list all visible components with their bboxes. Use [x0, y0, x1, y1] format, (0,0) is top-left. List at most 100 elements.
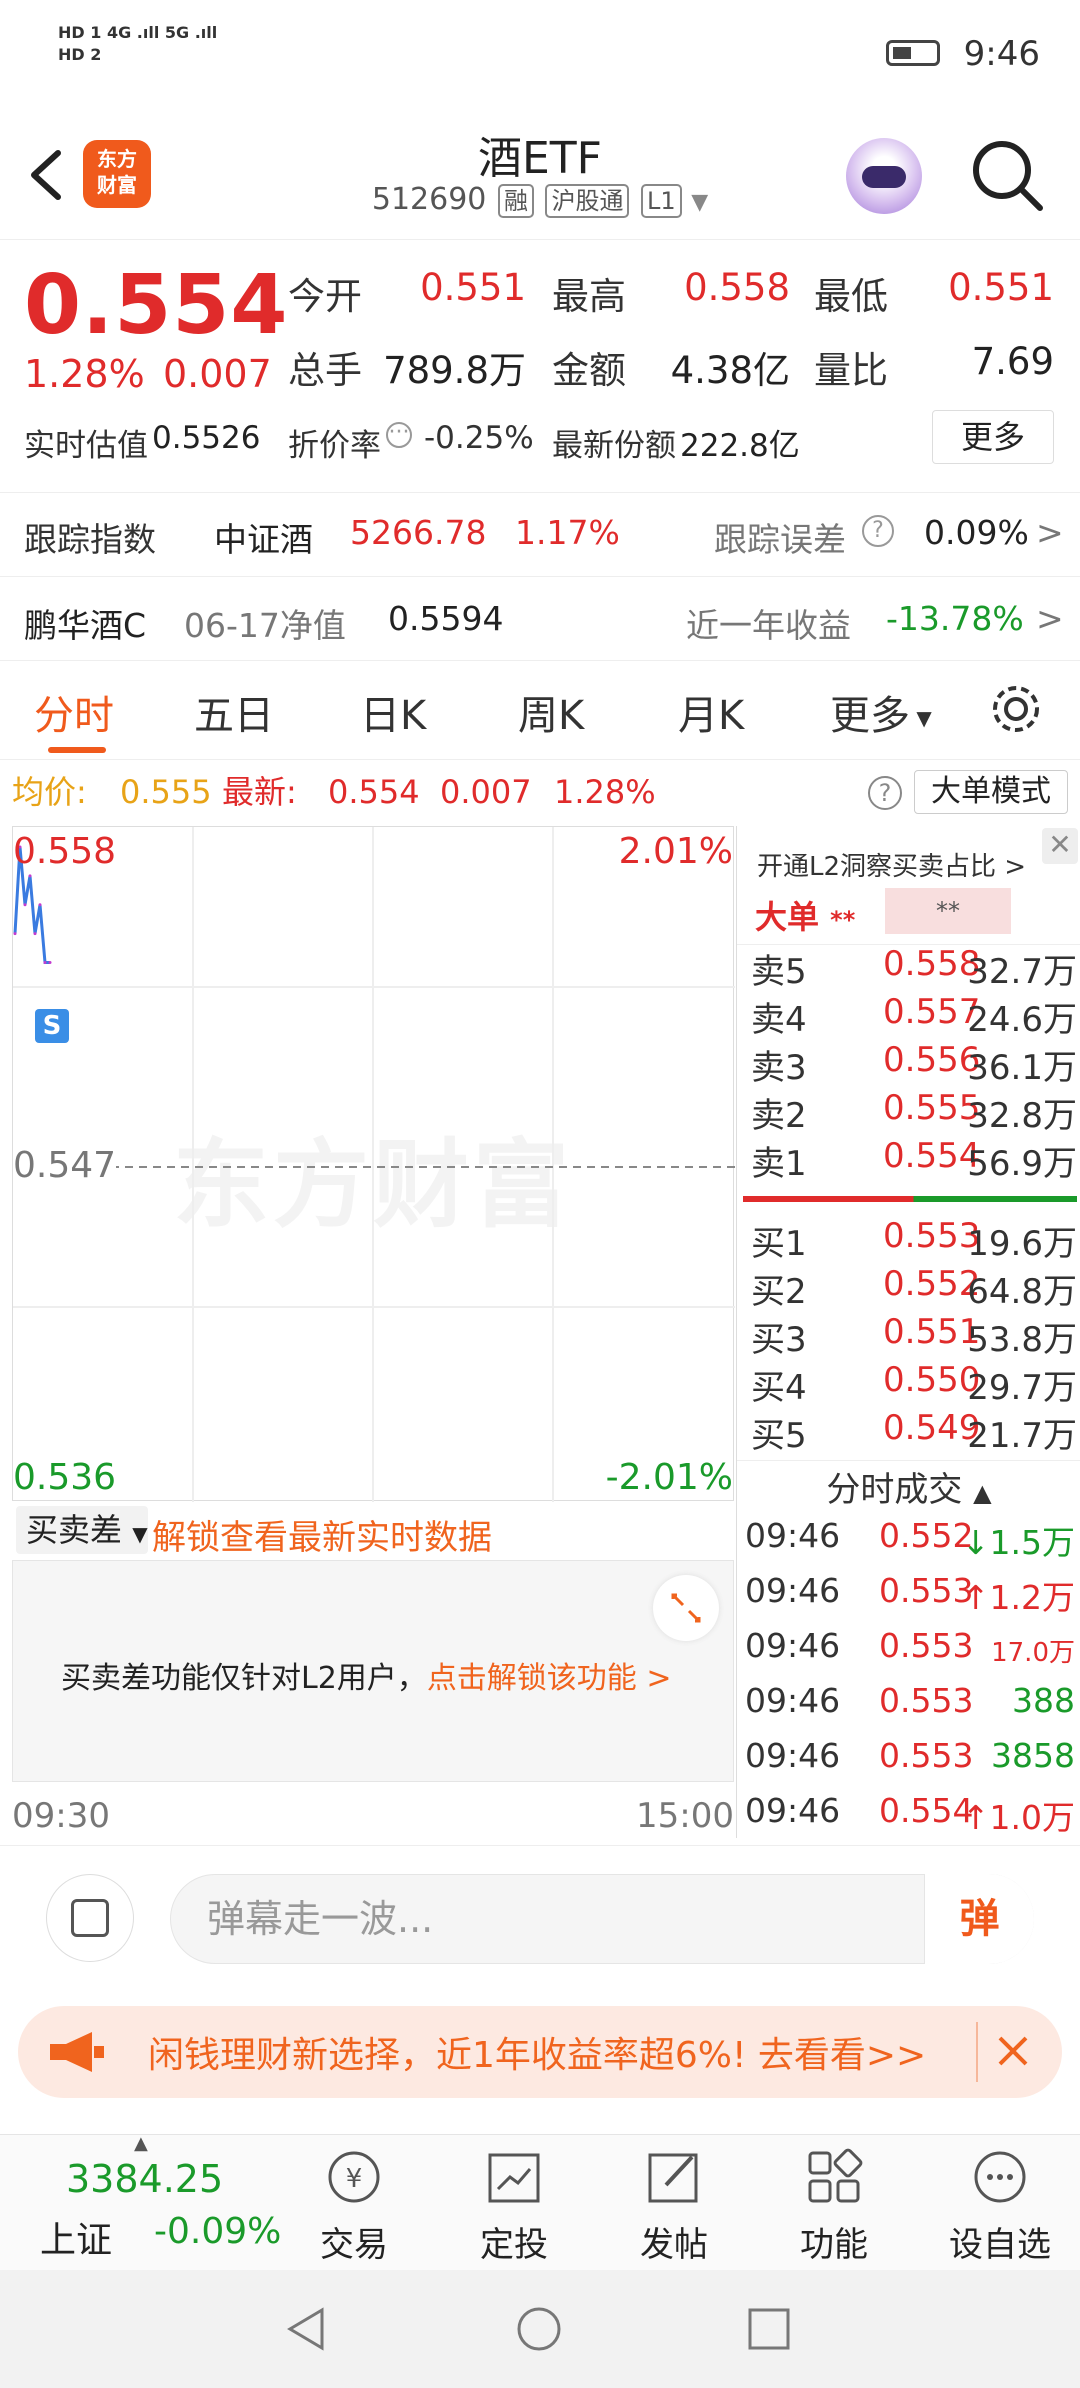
discount-label: 折价率 [288, 428, 381, 464]
status-bar: HD 1 4G .ıll 5G .ıll HD 2 9:46 [0, 0, 1080, 110]
price-point [38, 903, 42, 907]
trades-title[interactable]: 分时成交 ▲ [737, 1462, 1080, 1511]
spread-section: 买卖差 ▼ 解锁查看最新实时数据 买卖差功能仅针对L2用户，点击解锁该功能 > [12, 1502, 734, 1782]
order-book-bid-row[interactable]: 买4 0.550 29.7万 [745, 1360, 1077, 1408]
trade-time: 09:46 [745, 1626, 841, 1665]
intraday-chart[interactable]: 东方财富 0.558 2.01% 0.547 0.536 -2.01% S [12, 826, 735, 1502]
quote-panel: 0.554 1.28% 0.007 今开 0.551 最高 0.558 最低 0… [0, 240, 1080, 490]
tab-more[interactable]: 更多 ▼ [830, 683, 932, 741]
settings-gear-icon[interactable] [988, 681, 1044, 737]
spread-dropdown[interactable]: 买卖差 ▼ [16, 1506, 148, 1554]
ask-price: 0.554 [883, 1136, 981, 1176]
l2-promo-link[interactable]: 开通L2洞察买卖占比 > [757, 846, 1026, 883]
promo-banner[interactable]: 闲钱理财新选择，近1年收益率超6%! 去看看>> [18, 2006, 1062, 2098]
expand-icon[interactable] [653, 1575, 719, 1641]
trade-row[interactable]: 09:46 0.552 ↓1.5万 [741, 1516, 1077, 1571]
nav-post[interactable]: 发帖 [614, 2145, 734, 2266]
tag-connect: 沪股通 [545, 184, 630, 218]
promo-text: 闲钱理财新选择，近1年收益率超6%! 去看看>> [148, 2035, 927, 2076]
trade-volume: 388 [1012, 1681, 1075, 1720]
more-dots-icon [974, 2151, 1026, 2203]
fund-name: 鹏华酒C [24, 606, 147, 645]
svg-text:¥: ¥ [346, 2164, 363, 2194]
danmu-toggle-button[interactable]: 弹 [924, 1874, 1034, 1964]
order-book-ask-row[interactable]: 卖1 0.554 56.9万 [745, 1136, 1077, 1184]
ask-label: 卖2 [751, 1096, 807, 1136]
order-book-ask-row[interactable]: 卖3 0.556 36.1万 [745, 1040, 1077, 1088]
nav-functions[interactable]: 功能 [774, 2145, 894, 2266]
new-change: 0.007 [440, 773, 532, 811]
order-book-ask-row[interactable]: 卖5 0.558 32.7万 [745, 944, 1077, 992]
comment-bar: 弹幕走一波... 弹 [0, 1845, 1080, 1995]
comment-input[interactable]: 弹幕走一波... [170, 1874, 1034, 1964]
unlock-feature-link[interactable]: 点击解锁该功能 > [427, 1661, 672, 1696]
help-icon[interactable]: ? [868, 776, 902, 810]
tab-five-day[interactable]: 五日 [194, 683, 274, 741]
order-book-ask-row[interactable]: 卖2 0.555 32.8万 [745, 1088, 1077, 1136]
tab-monthly-k[interactable]: 月K [678, 683, 744, 741]
nav-trade[interactable]: ¥ 交易 [294, 2145, 414, 2266]
estimate-value: 0.5526 [152, 420, 261, 456]
home-circle-icon[interactable] [514, 2304, 564, 2354]
trade-row[interactable]: 09:46 0.553 3858 [741, 1736, 1077, 1791]
back-triangle-icon[interactable] [282, 2304, 332, 2354]
tag-level[interactable]: L1 [641, 184, 682, 218]
trade-volume: 17.0万 [991, 1638, 1075, 1668]
tab-weekly-k[interactable]: 周K [518, 683, 584, 741]
comment-settings-icon[interactable] [46, 1874, 134, 1962]
trade-row[interactable]: 09:46 0.553 17.0万 [741, 1626, 1077, 1681]
big-order-mode-button[interactable]: 大单模式 [914, 770, 1068, 814]
discount-value: -0.25% [424, 420, 534, 456]
nav-invest[interactable]: 定投 [454, 2145, 574, 2266]
chart-tabs: 分时 五日 日K 周K 月K 更多 ▼ [0, 660, 1080, 760]
order-book-bid-row[interactable]: 买1 0.553 19.6万 [745, 1216, 1077, 1264]
edit-icon [648, 2153, 698, 2203]
trade-row[interactable]: 09:46 0.553 ↑1.2万 [741, 1571, 1077, 1626]
price-point [33, 932, 37, 936]
open-value: 0.551 [420, 266, 526, 309]
price-point [23, 903, 27, 907]
chart-top-price: 0.558 [13, 831, 117, 872]
index-ticker[interactable]: ▲ 3384.25 上证 -0.09% [0, 2133, 281, 2271]
nav-add-watchlist[interactable]: 设自选 [940, 2145, 1060, 2266]
trade-price: 0.553 [879, 1571, 974, 1610]
tab-daily-k[interactable]: 日K [360, 683, 426, 741]
price-point [43, 960, 47, 964]
estimate-label: 实时估值 [24, 428, 148, 464]
ask-price: 0.558 [883, 944, 981, 984]
ask-volume: 24.6万 [967, 1000, 1077, 1040]
trade-row[interactable]: 09:46 0.554 ↑1.0万 [741, 1791, 1077, 1846]
more-dots-icon[interactable]: ··· [386, 422, 412, 448]
chevron-down-icon[interactable]: ▼ [691, 190, 708, 215]
order-book-bid-row[interactable]: 买5 0.549 21.7万 [745, 1408, 1077, 1456]
close-icon[interactable] [976, 2022, 1036, 2082]
tracking-index-name: 中证酒 [214, 520, 313, 559]
nav-label: 06-17净值 [184, 606, 346, 645]
ask-price: 0.557 [883, 992, 981, 1032]
tracking-row[interactable]: 跟踪指数 中证酒 5266.78 1.17% 跟踪误差 ? 0.09% > [0, 492, 1080, 576]
ask-label: 卖3 [751, 1048, 807, 1088]
low-value: 0.551 [948, 266, 1054, 309]
help-icon[interactable]: ? [862, 515, 894, 547]
order-book-bid-row[interactable]: 买3 0.551 53.8万 [745, 1312, 1077, 1360]
more-button[interactable]: 更多 [932, 410, 1054, 464]
close-icon[interactable]: ✕ [1042, 828, 1078, 864]
bid-label: 买4 [751, 1368, 807, 1408]
shares-label: 最新份额 [552, 428, 676, 464]
volume-ratio-label: 量比 [814, 349, 888, 392]
tab-intraday[interactable]: 分时 [34, 683, 114, 741]
recent-apps-icon[interactable] [744, 2304, 794, 2354]
sell-marker[interactable]: S [35, 1009, 69, 1043]
search-icon[interactable] [968, 136, 1046, 214]
order-book-bid-row[interactable]: 买2 0.552 64.8万 [745, 1264, 1077, 1312]
fund-row[interactable]: 鹏华酒C 06-17净值 0.5594 近一年收益 -13.78% > [0, 576, 1080, 660]
trade-row[interactable]: 09:46 0.553 388 [741, 1681, 1077, 1736]
avg-label: 均价: [12, 773, 87, 811]
bid-price: 0.550 [883, 1360, 981, 1400]
robot-assistant-icon[interactable] [846, 138, 922, 214]
order-book-ask-row[interactable]: 卖4 0.557 24.6万 [745, 992, 1077, 1040]
bid-label: 买1 [751, 1224, 807, 1264]
last-price: 0.554 [24, 258, 289, 353]
open-label: 今开 [288, 275, 362, 318]
unlock-link[interactable]: 解锁查看最新实时数据 [152, 1510, 492, 1559]
